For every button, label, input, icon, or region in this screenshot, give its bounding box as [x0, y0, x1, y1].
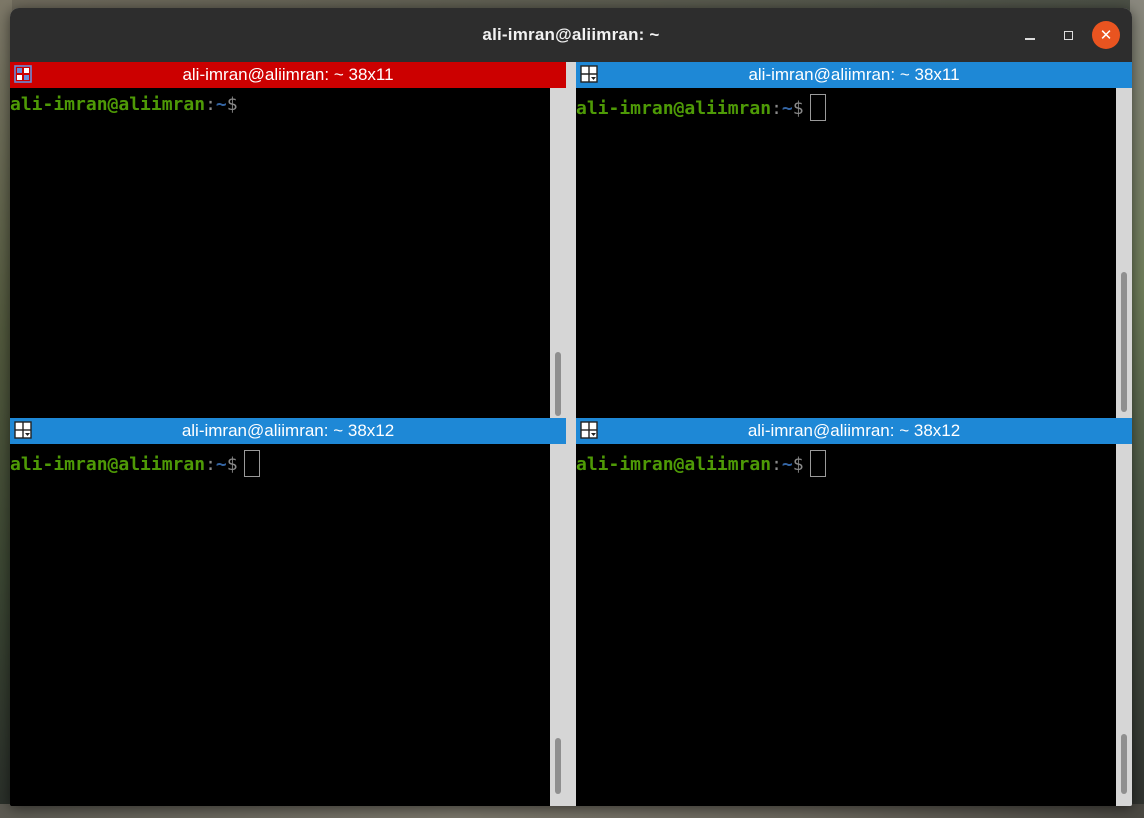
maximize-icon [1063, 30, 1073, 40]
prompt-symbol: $ [226, 454, 238, 475]
prompt-symbol: $ [226, 94, 238, 115]
prompt-user-host: ali-imran@aliimran [10, 454, 206, 475]
terminal-pane-bottom-left[interactable]: ali-imran@aliimran: ~ 38x12 ali-imran@al… [10, 418, 566, 806]
prompt-user-host: ali-imran@aliimran [10, 94, 206, 115]
shell-prompt: ali-imran@aliimran:~$ [10, 94, 238, 116]
minimize-button[interactable] [1016, 21, 1044, 49]
prompt-separator: : [205, 454, 216, 475]
text-cursor [243, 450, 260, 477]
minimize-icon [1025, 38, 1035, 40]
text-cursor [809, 94, 826, 121]
pane-title: ali-imran@aliimran: ~ 38x11 [748, 65, 960, 84]
shell-prompt: ali-imran@aliimran:~$ [576, 94, 826, 121]
prompt-symbol: $ [792, 98, 804, 119]
scrollbar-thumb[interactable] [555, 738, 561, 794]
scrollbar[interactable] [1116, 444, 1132, 806]
prompt-path: ~ [781, 454, 793, 475]
close-button[interactable]: ✕ [1092, 21, 1120, 49]
pane-title: ali-imran@aliimran: ~ 38x12 [747, 421, 961, 440]
terminal-pane-top-right[interactable]: ali-imran@aliimran: ~ 38x11 ali-imran@al… [576, 62, 1132, 418]
scrollbar-thumb[interactable] [555, 352, 561, 416]
prompt-path: ~ [215, 94, 227, 115]
pane-title: ali-imran@aliimran: ~ 38x11 [182, 65, 394, 84]
scrollbar-thumb[interactable] [1121, 272, 1127, 412]
prompt-user-host: ali-imran@aliimran [576, 454, 772, 475]
desktop-background-right [1130, 0, 1144, 818]
prompt-separator: : [771, 454, 782, 475]
terminator-window: ali-imran@aliimran: ~ ✕ ali-imran@aliimr… [10, 8, 1132, 806]
pane-titlebar[interactable]: ali-imran@aliimran: ~ 38x12 [576, 418, 1132, 444]
prompt-path: ~ [215, 454, 227, 475]
window-title: ali-imran@aliimran: ~ [482, 25, 660, 44]
maximize-button[interactable] [1054, 21, 1082, 49]
scrollbar[interactable] [1116, 88, 1132, 418]
terminal-pane-bottom-right[interactable]: ali-imran@aliimran: ~ 38x12 ali-imran@al… [576, 418, 1132, 806]
shell-prompt: ali-imran@aliimran:~$ [10, 450, 260, 477]
window-titlebar[interactable]: ali-imran@aliimran: ~ ✕ [10, 8, 1132, 62]
prompt-path: ~ [781, 98, 793, 119]
desktop-background-bottom [0, 804, 1144, 818]
terminal-output[interactable]: ali-imran@aliimran:~$ [576, 88, 1116, 418]
terminal-pane-top-left[interactable]: ali-imran@aliimran: ~ 38x11 ali-imran@al… [10, 62, 566, 418]
prompt-symbol: $ [792, 454, 804, 475]
close-icon: ✕ [1099, 25, 1113, 44]
shell-prompt: ali-imran@aliimran:~$ [576, 450, 826, 477]
pane-titlebar[interactable]: ali-imran@aliimran: ~ 38x12 [10, 418, 566, 444]
pane-titlebar[interactable]: ali-imran@aliimran: ~ 38x11 [10, 62, 566, 88]
pane-title: ali-imran@aliimran: ~ 38x12 [181, 421, 395, 440]
scrollbar-thumb[interactable] [1121, 734, 1127, 794]
scrollbar[interactable] [550, 88, 566, 418]
window-controls: ✕ [1016, 21, 1120, 49]
text-cursor [809, 450, 826, 477]
prompt-separator: : [205, 94, 216, 115]
prompt-separator: : [771, 98, 782, 119]
terminal-output[interactable]: ali-imran@aliimran:~$ [576, 444, 1116, 806]
pane-titlebar[interactable]: ali-imran@aliimran: ~ 38x11 [576, 62, 1132, 88]
prompt-user-host: ali-imran@aliimran [576, 98, 772, 119]
scrollbar[interactable] [550, 444, 566, 806]
terminal-output[interactable]: ali-imran@aliimran:~$ [10, 444, 550, 806]
terminal-output[interactable]: ali-imran@aliimran:~$ [10, 88, 550, 418]
